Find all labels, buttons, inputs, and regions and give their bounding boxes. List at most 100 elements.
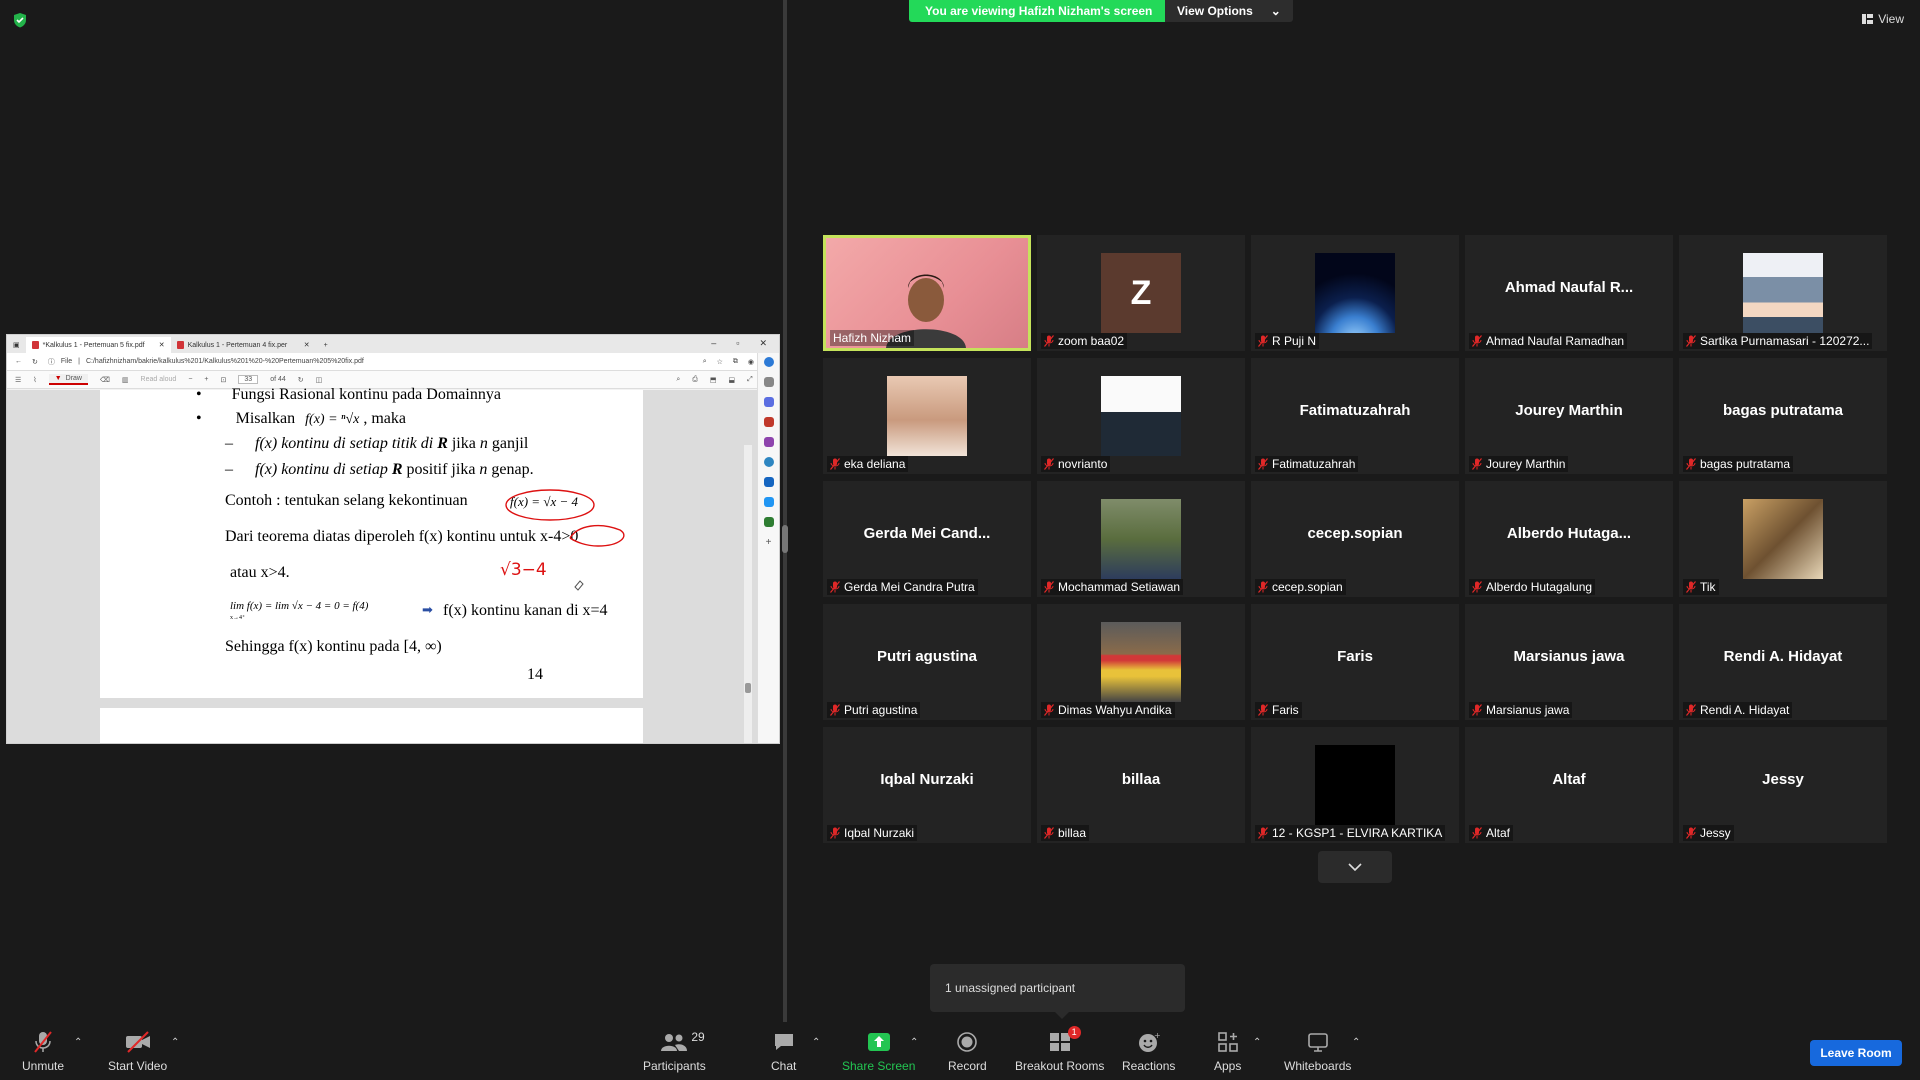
split-divider[interactable] — [783, 0, 787, 1030]
participant-tile[interactable]: Alberdo Hutaga... Alberdo Hutagalung — [1465, 481, 1673, 597]
bing-icon[interactable] — [763, 357, 774, 367]
zoom-in-icon[interactable]: + — [204, 376, 208, 383]
close-icon[interactable]: ✕ — [304, 341, 310, 349]
search-icon[interactable]: ⌕ — [676, 376, 680, 384]
reactions-button[interactable]: + Reactions — [1122, 1030, 1175, 1073]
view-button[interactable]: View — [1862, 12, 1904, 26]
participant-tile[interactable]: Rendi A. Hidayat Rendi A. Hidayat — [1679, 604, 1887, 720]
participant-tile[interactable]: Jourey Marthin Jourey Marthin — [1465, 358, 1673, 474]
participant-tile[interactable]: Faris Faris — [1251, 604, 1459, 720]
svg-text:+: + — [1154, 1031, 1161, 1040]
tools-icon[interactable] — [763, 417, 774, 427]
participant-tile[interactable]: Dimas Wahyu Andika — [1037, 604, 1245, 720]
page-view-icon[interactable]: ▥ — [122, 376, 129, 384]
apps-options-caret[interactable]: ⌃ — [1253, 1037, 1261, 1048]
record-button[interactable]: Record — [948, 1030, 987, 1073]
zoom-out-icon[interactable]: − — [188, 376, 192, 383]
participant-tile[interactable]: Mochammad Setiawan — [1037, 481, 1245, 597]
highlight-icon[interactable]: ⌇ — [33, 376, 36, 384]
minimize-icon[interactable]: – — [711, 338, 716, 349]
games-icon[interactable] — [763, 437, 774, 447]
refresh-icon[interactable]: ↻ — [32, 358, 38, 366]
whiteboards-button[interactable]: Whiteboards — [1284, 1030, 1351, 1073]
shared-screen-browser[interactable]: ▣ *Kalkulus 1 - Pertemuan 5 fix.pdf ✕ Ka… — [6, 334, 780, 744]
apps-button[interactable]: Apps — [1214, 1030, 1241, 1073]
send-icon[interactable] — [763, 497, 774, 507]
browser-tab[interactable]: Kalkulus 1 - Pertemuan 4 fix.per ✕ — [171, 337, 316, 353]
participant-tile[interactable]: Tik — [1679, 481, 1887, 597]
participant-tile[interactable]: Zzoom baa02 — [1037, 235, 1245, 351]
fullscreen-icon[interactable]: ⤢ — [747, 376, 753, 384]
participant-tile[interactable]: eka deliana — [823, 358, 1031, 474]
collections-icon[interactable]: ⧉ — [733, 358, 738, 366]
leave-room-button[interactable]: Leave Room — [1810, 1040, 1902, 1066]
gallery-next-page-button[interactable] — [1318, 851, 1392, 883]
view-options-button[interactable]: View Options ⌄ — [1165, 0, 1293, 22]
participant-name: R Puji N — [1272, 334, 1317, 348]
page-number-input[interactable]: 33 — [238, 375, 259, 384]
participant-tile[interactable]: billaa billaa — [1037, 727, 1245, 843]
start-video-button[interactable]: Start Video — [108, 1030, 167, 1073]
participant-tile[interactable]: Marsianus jawa Marsianus jawa — [1465, 604, 1673, 720]
zoom-icon[interactable]: ⌕ — [703, 358, 707, 366]
participant-tile[interactable]: Hafizh Nizham — [823, 235, 1031, 351]
save-icon[interactable]: ⬒ — [710, 376, 717, 384]
browser-tab-active[interactable]: *Kalkulus 1 - Pertemuan 5 fix.pdf ✕ — [25, 337, 171, 353]
url-field[interactable]: ⓘ File | C:/hafizhnizham/bakrie/kalkulus… — [48, 357, 693, 367]
new-tab-icon[interactable]: + — [316, 342, 336, 353]
participants-button[interactable]: 29 Participants — [643, 1030, 706, 1073]
close-window-icon[interactable]: ✕ — [759, 338, 767, 349]
search-icon[interactable] — [763, 377, 774, 387]
participant-name-label: Putri agustina — [827, 702, 921, 718]
back-icon[interactable]: ← — [15, 358, 22, 365]
tab-label: Kalkulus 1 - Pertemuan 4 fix.per — [187, 341, 288, 349]
save-as-icon[interactable]: ⬓ — [728, 376, 735, 384]
read-aloud-button[interactable]: Read aloud — [141, 376, 177, 383]
share-screen-button[interactable]: Share Screen — [842, 1030, 915, 1073]
fit-icon[interactable]: ⊡ — [221, 376, 227, 384]
participant-tile[interactable]: Gerda Mei Cand... Gerda Mei Candra Putra — [823, 481, 1031, 597]
contents-icon[interactable]: ☰ — [15, 376, 21, 384]
favorite-icon[interactable]: ☆ — [717, 358, 723, 366]
participant-tile[interactable]: cecep.sopian cecep.sopian — [1251, 481, 1459, 597]
shopping-icon[interactable] — [763, 397, 774, 407]
print-icon[interactable]: ⎙ — [692, 376, 698, 384]
participant-tile[interactable]: R Puji N — [1251, 235, 1459, 351]
pdf-viewer[interactable]: • Fungsi Rasional kontinu pada Domainnya … — [7, 386, 759, 743]
shield-icon[interactable] — [12, 12, 28, 28]
participant-tile[interactable]: Putri agustina Putri agustina — [823, 604, 1031, 720]
eraser-icon[interactable]: ⌫ — [100, 376, 110, 384]
whiteboards-options-caret[interactable]: ⌃ — [1352, 1037, 1360, 1048]
share-options-caret[interactable]: ⌃ — [910, 1037, 918, 1048]
participant-tile[interactable]: novrianto — [1037, 358, 1245, 474]
participant-display-name: Alberdo Hutaga... — [1506, 525, 1632, 542]
audio-options-caret[interactable]: ⌃ — [74, 1037, 82, 1048]
chat-button[interactable]: Chat — [771, 1030, 796, 1073]
chat-options-caret[interactable]: ⌃ — [812, 1037, 820, 1048]
participant-tile[interactable]: Fatimatuzahrah Fatimatuzahrah — [1251, 358, 1459, 474]
participant-tile[interactable]: bagas putratama bagas putratama — [1679, 358, 1887, 474]
add-icon[interactable]: + — [766, 537, 772, 548]
tree-icon[interactable] — [763, 517, 774, 527]
participant-tile[interactable]: Iqbal Nurzaki Iqbal Nurzaki — [823, 727, 1031, 843]
two-page-icon[interactable]: ◫ — [316, 376, 323, 384]
participant-tile[interactable]: Jessy Jessy — [1679, 727, 1887, 843]
breakout-rooms-button[interactable]: 1 Breakout Rooms — [1015, 1026, 1104, 1073]
tab-actions-icon[interactable]: ▣ — [7, 341, 26, 353]
divider-handle[interactable] — [782, 525, 788, 553]
pdf-scrollbar[interactable] — [744, 445, 752, 743]
participant-tile[interactable]: 12 - KGSP1 - ELVIRA KARTIKA — [1251, 727, 1459, 843]
participant-tile[interactable]: Altaf Altaf — [1465, 727, 1673, 843]
participant-tile[interactable]: Ahmad Naufal R... Ahmad Naufal Ramadhan — [1465, 235, 1673, 351]
rotate-icon[interactable]: ↻ — [298, 376, 304, 384]
scrollbar-thumb[interactable] — [745, 683, 751, 693]
profile-icon[interactable]: ◉ — [748, 358, 754, 366]
participant-tile[interactable]: Sartika Purnamasari - 120272... — [1679, 235, 1887, 351]
unmute-button[interactable]: Unmute — [22, 1030, 64, 1073]
draw-button[interactable]: ▼ Draw — [48, 374, 88, 385]
close-icon[interactable]: ✕ — [159, 341, 165, 349]
outlook-icon[interactable] — [763, 477, 774, 487]
maximize-icon[interactable]: ▫ — [736, 338, 739, 349]
video-options-caret[interactable]: ⌃ — [171, 1037, 179, 1048]
office-icon[interactable] — [763, 457, 774, 467]
